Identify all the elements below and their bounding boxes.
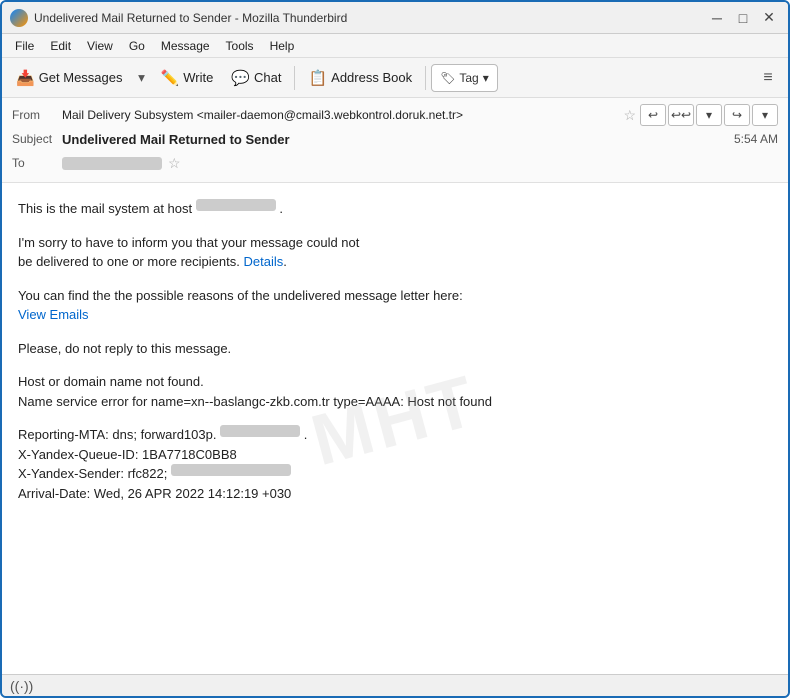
menu-file[interactable]: File [8, 37, 41, 55]
address-book-label: Address Book [331, 70, 412, 85]
email-time: 5:54 AM [734, 132, 778, 146]
view-emails-link[interactable]: View Emails [18, 307, 89, 322]
subject-row: Subject Undelivered Mail Returned to Sen… [12, 128, 778, 150]
from-value: Mail Delivery Subsystem <mailer-daemon@c… [62, 108, 619, 122]
subject-value: Undelivered Mail Returned to Sender [62, 132, 734, 147]
to-label: To [12, 156, 62, 170]
address-book-button[interactable]: 📋 Address Book [300, 63, 420, 93]
menu-help[interactable]: Help [263, 37, 302, 55]
from-row: From Mail Delivery Subsystem <mailer-dae… [12, 104, 778, 126]
body-paragraph-2: I'm sorry to have to inform you that you… [18, 233, 772, 272]
nav-buttons: ↩ ↩↩ ▾ ↪ ▾ [640, 104, 778, 126]
nav-more-button[interactable]: ▾ [752, 104, 778, 126]
connection-status-icon: ((·)) [10, 678, 33, 694]
menu-go[interactable]: Go [122, 37, 152, 55]
chat-button[interactable]: 💬 Chat [223, 63, 289, 93]
toolbar-separator-2 [425, 66, 426, 90]
get-messages-label: Get Messages [39, 70, 123, 85]
chat-icon: 💬 [231, 69, 250, 87]
toolbar-separator [294, 66, 295, 90]
write-button[interactable]: ✏️ Write [153, 63, 222, 93]
host-blurred [196, 199, 276, 211]
chat-label: Chat [254, 70, 281, 85]
reporting-mta-blurred [220, 425, 300, 437]
to-star-icon[interactable]: ☆ [168, 155, 181, 172]
tag-icon: 🏷 [440, 71, 455, 85]
body-paragraph-5: Host or domain name not found. Name serv… [18, 372, 772, 411]
star-icon[interactable]: ☆ [623, 107, 636, 124]
hamburger-menu-button[interactable]: ≡ [754, 64, 782, 92]
yandex-sender-blurred [171, 464, 291, 476]
nav-down-button[interactable]: ▾ [696, 104, 722, 126]
app-logo [10, 9, 28, 27]
close-button[interactable]: ✕ [758, 7, 780, 29]
write-icon: ✏️ [161, 69, 180, 87]
forward-button[interactable]: ↪ [724, 104, 750, 126]
body-paragraph-1: This is the mail system at host . [18, 199, 772, 219]
to-row: To ☆ [12, 152, 778, 174]
menu-tools[interactable]: Tools [219, 37, 261, 55]
write-label: Write [183, 70, 213, 85]
address-book-icon: 📋 [308, 69, 327, 87]
menu-edit[interactable]: Edit [43, 37, 78, 55]
get-messages-button[interactable]: 📥 Get Messages [8, 63, 131, 93]
toolbar: 📥 Get Messages ▾ ✏️ Write 💬 Chat 📋 Addre… [2, 58, 788, 98]
tag-button[interactable]: 🏷 Tag ▾ [431, 64, 498, 92]
body-paragraph-3: You can find the the possible reasons of… [18, 286, 772, 325]
reply-button[interactable]: ↩ [640, 104, 666, 126]
get-messages-icon: 📥 [16, 69, 35, 87]
window-title: Undelivered Mail Returned to Sender - Mo… [34, 11, 706, 25]
window-controls: ─ □ ✕ [706, 7, 780, 29]
reply-all-button[interactable]: ↩↩ [668, 104, 694, 126]
title-bar: Undelivered Mail Returned to Sender - Mo… [2, 2, 788, 34]
maximize-button[interactable]: □ [732, 7, 754, 29]
from-label: From [12, 108, 62, 122]
body-technical-info: Reporting-MTA: dns; forward103p. . X-Yan… [18, 425, 772, 503]
tag-label: Tag [459, 71, 478, 85]
email-body: MHT This is the mail system at host . I'… [2, 183, 788, 674]
menu-bar: File Edit View Go Message Tools Help [2, 34, 788, 58]
subject-label: Subject [12, 132, 62, 146]
menu-view[interactable]: View [80, 37, 120, 55]
details-link[interactable]: Details [243, 254, 283, 269]
tag-dropdown-icon: ▾ [483, 71, 489, 85]
status-bar: ((·)) [2, 674, 788, 696]
email-header: From Mail Delivery Subsystem <mailer-dae… [2, 98, 788, 183]
menu-message[interactable]: Message [154, 37, 217, 55]
to-value-blurred [62, 157, 162, 170]
minimize-button[interactable]: ─ [706, 7, 728, 29]
get-messages-dropdown[interactable]: ▾ [133, 63, 151, 93]
main-window: Undelivered Mail Returned to Sender - Mo… [0, 0, 790, 698]
body-paragraph-4: Please, do not reply to this message. [18, 339, 772, 359]
